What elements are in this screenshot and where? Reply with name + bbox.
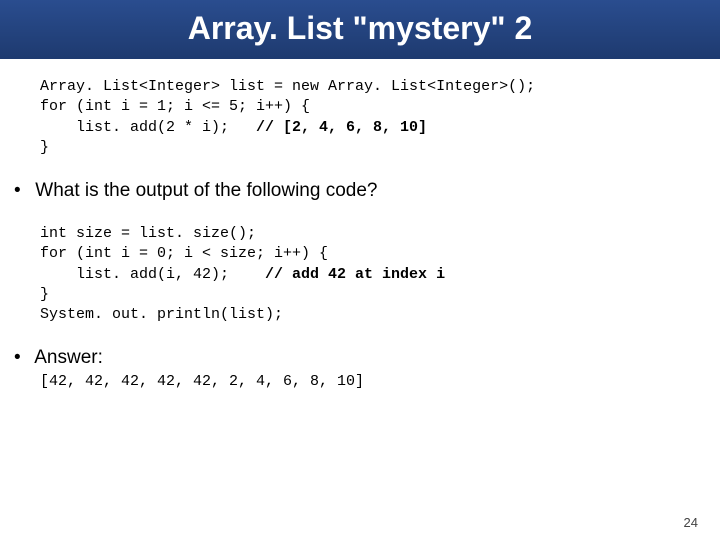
answer-line: • Answer: — [14, 347, 720, 369]
bullet-icon: • — [14, 180, 30, 202]
question-text: What is the output of the following code… — [30, 180, 378, 201]
code1-line4: } — [40, 139, 49, 156]
code1-line3a: list. add(2 * i); — [40, 119, 229, 136]
answer-value: [42, 42, 42, 42, 42, 2, 4, 6, 8, 10] — [40, 373, 720, 390]
code1-line2: for (int i = 1; i <= 5; i++) { — [40, 98, 310, 115]
code2-line1: int size = list. size(); — [40, 225, 256, 242]
slide-title: Array. List "mystery" 2 — [0, 0, 720, 59]
code-block-1: Array. List<Integer> list = new Array. L… — [40, 77, 700, 158]
code1-comment: // [2, 4, 6, 8, 10] — [229, 119, 427, 136]
question-line: • What is the output of the following co… — [14, 180, 720, 202]
code1-line1: Array. List<Integer> list = new Array. L… — [40, 78, 535, 95]
code2-line2: for (int i = 0; i < size; i++) { — [40, 245, 328, 262]
page-number: 24 — [684, 515, 698, 530]
code2-line4: } — [40, 286, 49, 303]
bullet-icon: • — [14, 347, 30, 369]
code2-line5: System. out. println(list); — [40, 306, 283, 323]
code-block-2: int size = list. size(); for (int i = 0;… — [40, 224, 700, 325]
code2-line3a: list. add(i, 42); — [40, 266, 229, 283]
code2-comment: // add 42 at index i — [229, 266, 445, 283]
answer-label-text: Answer: — [30, 347, 103, 368]
